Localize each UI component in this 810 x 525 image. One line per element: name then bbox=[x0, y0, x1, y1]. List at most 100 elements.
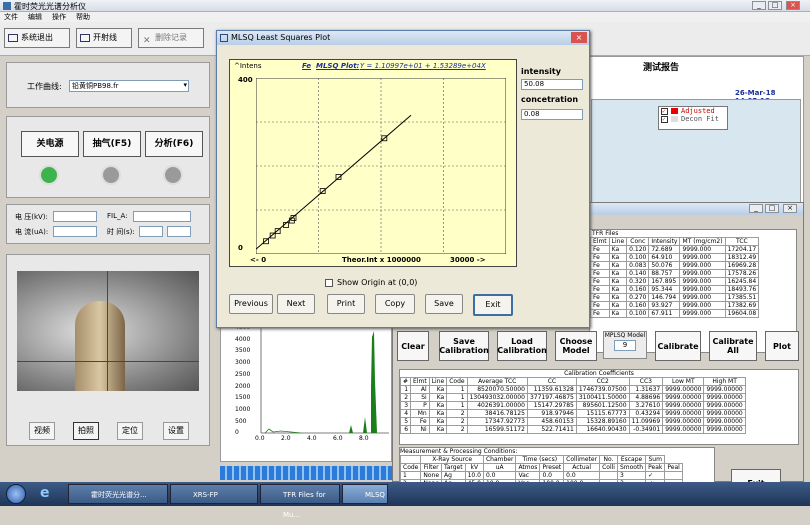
pump-button[interactable]: 抽气(F5) bbox=[83, 131, 141, 157]
minimize-icon[interactable]: _ bbox=[749, 204, 763, 213]
tfr-cell: Fe bbox=[590, 301, 610, 310]
coef-cell: 16599.51172 bbox=[466, 425, 528, 434]
delete-record-button[interactable]: ✕ 删除记录 bbox=[138, 28, 204, 48]
calibrate-all-button[interactable]: Calibrate All bbox=[709, 331, 757, 361]
voltage-field bbox=[53, 211, 97, 222]
y-tick-label: 500 bbox=[235, 417, 247, 425]
table-row[interactable]: Fe Ka 0.160 93.927 9999.000 17382.69 bbox=[590, 301, 760, 310]
table-row[interactable]: 2 Si Ka 1 130493032.00000 377197.46875 3100411… bbox=[400, 393, 746, 402]
start-xray-button[interactable]: 开射线 bbox=[76, 28, 132, 48]
taskbar-item-tfr[interactable]: TFR Files for Mu... bbox=[260, 484, 340, 519]
refresh-icon bbox=[101, 165, 121, 185]
next-button[interactable]: Next bbox=[277, 294, 315, 314]
table-row[interactable]: 4 Mn Ka 2 38416.78125 918.97946 15115.67773 0.4… bbox=[400, 409, 746, 418]
meas-cell: 1 bbox=[400, 471, 422, 480]
maximize-icon[interactable]: □ bbox=[765, 204, 779, 213]
concentration-field[interactable]: 0.08 bbox=[521, 109, 583, 120]
menu-edit[interactable]: 编辑 bbox=[28, 13, 42, 21]
previous-button[interactable]: Previous bbox=[229, 294, 273, 314]
analyze-button[interactable]: 分析(F6) bbox=[145, 131, 203, 157]
copy-button[interactable]: Copy bbox=[375, 294, 415, 314]
plot-button[interactable]: Plot bbox=[765, 331, 799, 361]
coef-cell: 11.09969 bbox=[628, 417, 664, 426]
curve-select[interactable]: 铅黄铜PB98.fr ▾ bbox=[69, 80, 189, 92]
start-button[interactable] bbox=[6, 484, 26, 504]
table-row[interactable]: Fe Ka 0.083 50.076 9999.000 16969.28 bbox=[590, 261, 760, 270]
table-row[interactable]: 5 Fe Ka 2 17347.92773 458.60153 15328.89160 11.… bbox=[400, 417, 746, 426]
tfr-title: TFR Files bbox=[592, 230, 619, 237]
meas-cell[interactable]: ✓ bbox=[645, 471, 666, 480]
power-off-button[interactable]: 关电源 bbox=[21, 131, 79, 157]
current-label: 电 流(uA): bbox=[15, 228, 49, 236]
coef-cell: 9999.00000 bbox=[662, 417, 705, 426]
tfr-cell: 17382.69 bbox=[724, 301, 760, 310]
xray-icon bbox=[80, 34, 90, 42]
table-row[interactable]: Fe Ka 0.160 95.344 9999.000 18493.76 bbox=[590, 285, 760, 294]
table-row[interactable]: Fe Ka 0.320 167.895 9999.000 16245.84 bbox=[590, 277, 760, 286]
calibrate-button[interactable]: Calibrate bbox=[655, 331, 701, 361]
meas-title: Measurement & Processing Conditions: bbox=[400, 448, 518, 455]
exit-system-button[interactable]: 系统退出 bbox=[4, 28, 70, 48]
intensity-field[interactable]: 50.08 bbox=[521, 79, 583, 90]
save-calibration-button[interactable]: Save Calibration bbox=[439, 331, 489, 361]
tfr-cell: Ka bbox=[608, 269, 628, 278]
menu-operate[interactable]: 操作 bbox=[52, 13, 66, 21]
save-button[interactable]: Save bbox=[425, 294, 463, 314]
tfr-cell: 64.910 bbox=[648, 253, 681, 262]
meas-header: Preset bbox=[539, 463, 565, 472]
table-row[interactable]: Fe Ka 0.120 72.689 9999.000 17204.17 bbox=[590, 245, 760, 254]
tfr-cell: Ka bbox=[608, 301, 628, 310]
menu-help[interactable]: 帮助 bbox=[76, 13, 90, 21]
clear-button[interactable]: Clear bbox=[397, 331, 429, 361]
tfr-cell: 9999.000 bbox=[679, 261, 726, 270]
y-tick-label: 3000 bbox=[235, 359, 251, 367]
time-field-2 bbox=[167, 226, 191, 237]
tfr-cell: Ka bbox=[608, 245, 628, 254]
coef-header-row: # Elmt Line Code Average TCC CC CC2 CC3 Low MT Hi… bbox=[400, 377, 746, 386]
coef-cell: 9999.00000 bbox=[703, 417, 746, 426]
start-label: 开射线 bbox=[93, 33, 117, 42]
maximize-icon[interactable]: □ bbox=[768, 1, 782, 10]
locate-button[interactable]: 定位 bbox=[117, 422, 143, 440]
capture-button[interactable]: 拍照 bbox=[73, 422, 99, 440]
taskbar-item-app[interactable]: 霍时荧光光谱分... bbox=[68, 484, 168, 504]
ie-icon[interactable]: e bbox=[40, 485, 50, 501]
table-row[interactable]: Fe Ka 0.100 64.910 9999.000 18312.49 bbox=[590, 253, 760, 262]
taskbar-item-mlsq[interactable]: MLSQ bbox=[342, 484, 388, 504]
close-icon[interactable]: × bbox=[786, 1, 800, 10]
table-row[interactable]: Fe Ka 0.100 67.911 9999.000 19604.08 bbox=[590, 309, 760, 318]
coef-cell: 9999.00000 bbox=[703, 409, 746, 418]
coef-cell: 2 bbox=[446, 417, 468, 426]
tfr-cell: 18493.76 bbox=[724, 285, 760, 294]
table-row[interactable]: 6 Ni Ka 2 16599.51172 522.71411 16640.90430 -0.… bbox=[400, 425, 746, 434]
mlsq-model-field[interactable]: 9 bbox=[614, 340, 636, 351]
table-row[interactable]: 3 P Ka 1 4026391.00000 15147.29785 895601.1250… bbox=[400, 401, 746, 410]
x-tick-label: 6.0 bbox=[333, 435, 343, 442]
menu-file[interactable]: 文件 bbox=[4, 13, 18, 21]
table-row[interactable]: Fe Ka 0.270 146.794 9999.000 17385.51 bbox=[590, 293, 760, 302]
choose-model-button[interactable]: Choose Model bbox=[555, 331, 597, 361]
table-row[interactable]: 1 None Ag 10.0 0.0 Vac 0.0 0.0 3 ✓ bbox=[400, 471, 683, 480]
table-row[interactable]: 1 Al Ka 1 8520070.50000 11359.61328 1746739.07… bbox=[400, 385, 746, 394]
close-icon[interactable]: × bbox=[571, 32, 587, 43]
y-axis-label: ^Intens bbox=[234, 62, 262, 70]
load-calibration-button[interactable]: Load Calibration bbox=[497, 331, 547, 361]
show-origin-checkbox[interactable] bbox=[325, 279, 333, 287]
print-button[interactable]: Print bbox=[327, 294, 365, 314]
video-button[interactable]: 视频 bbox=[29, 422, 55, 440]
meas-group-header: Chamber bbox=[482, 455, 517, 464]
legend-check-icon[interactable]: ✓ bbox=[661, 116, 668, 123]
minimize-icon[interactable]: _ bbox=[752, 1, 766, 10]
taskbar-item-xrs[interactable]: XRS-FP bbox=[170, 484, 258, 504]
coef-cell: 3.27610 bbox=[628, 401, 664, 410]
tfr-cell: Fe bbox=[590, 309, 610, 318]
legend-check-icon[interactable]: ✓ bbox=[661, 108, 668, 115]
element-label: Fe bbox=[302, 62, 311, 70]
close-icon[interactable]: × bbox=[783, 204, 797, 213]
exit-dialog-button[interactable]: Exit bbox=[473, 294, 513, 316]
tfr-cell: 9999.000 bbox=[679, 301, 726, 310]
tfr-cell: 9999.000 bbox=[679, 309, 726, 318]
power-icon bbox=[39, 165, 59, 185]
table-row[interactable]: Fe Ka 0.140 88.757 9999.000 17578.26 bbox=[590, 269, 760, 278]
settings-button[interactable]: 设置 bbox=[163, 422, 189, 440]
